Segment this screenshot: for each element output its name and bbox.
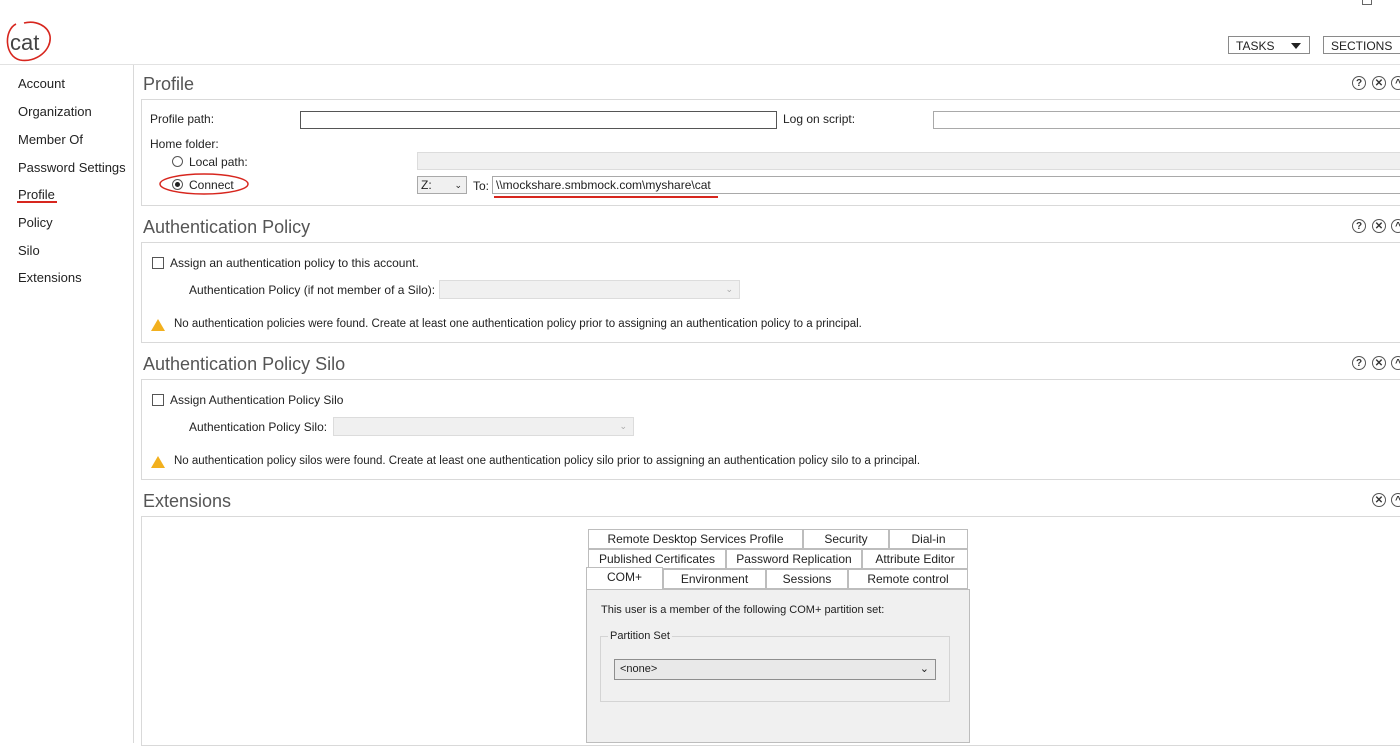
collapse-icon[interactable]: ^ — [1391, 219, 1400, 233]
auth-policy-section-title: Authentication Policy — [143, 217, 311, 237]
auth-policy-select: ⌄ — [439, 280, 740, 299]
collapse-icon[interactable]: ^ — [1391, 356, 1400, 370]
profile-section-title: Profile — [143, 74, 195, 94]
to-path-input[interactable]: \\mockshare.smbmock.com\myshare\cat — [492, 176, 1400, 194]
sections-button[interactable]: SECTIONS — [1323, 36, 1400, 54]
sidebar-item-policy[interactable]: Policy — [18, 215, 53, 230]
tab-com-plus[interactable]: COM+ — [586, 567, 663, 589]
red-annotation-underline — [17, 201, 57, 203]
close-icon[interactable]: ✕ — [1372, 493, 1386, 507]
close-icon[interactable]: ✕ — [1372, 219, 1386, 233]
sidebar-item-silo[interactable]: Silo — [18, 243, 40, 258]
partition-set-value: <none> — [620, 663, 658, 675]
warning-icon — [151, 319, 165, 331]
local-path-radio[interactable] — [172, 156, 183, 167]
collapse-icon[interactable]: ^ — [1391, 493, 1400, 507]
red-annotation-ellipse — [159, 173, 249, 195]
red-annotation-underline — [494, 196, 718, 198]
com-description: This user is a member of the following C… — [601, 604, 885, 616]
auth-policy-warning: No authentication policies were found. C… — [174, 318, 862, 330]
tab-security[interactable]: Security — [803, 529, 889, 549]
chevron-down-icon: ⌄ — [919, 663, 929, 675]
partition-set-select[interactable]: <none> ⌄ — [614, 659, 936, 680]
help-icon[interactable]: ? — [1352, 219, 1366, 233]
chevron-down-icon: ⌄ — [619, 421, 627, 431]
window-corner-icon — [1362, 0, 1372, 5]
help-icon[interactable]: ? — [1352, 76, 1366, 90]
drive-value: Z: — [421, 178, 432, 192]
profile-path-label: Profile path: — [150, 112, 215, 126]
tab-dial-in[interactable]: Dial-in — [889, 529, 968, 549]
sidebar-item-extensions[interactable]: Extensions — [18, 270, 82, 285]
extensions-section-title: Extensions — [143, 491, 232, 511]
drive-select[interactable]: Z: ⌄ — [417, 176, 467, 194]
logon-script-input[interactable] — [933, 111, 1400, 129]
help-icon[interactable]: ? — [1352, 356, 1366, 370]
tasks-label: TASKS — [1236, 39, 1275, 53]
local-path-label: Local path: — [189, 155, 248, 169]
tab-published-certificates[interactable]: Published Certificates — [588, 549, 726, 569]
sidebar-item-member-of[interactable]: Member Of — [18, 132, 83, 147]
tasks-button[interactable]: TASKS — [1228, 36, 1310, 54]
tab-sessions[interactable]: Sessions — [766, 569, 848, 589]
tab-attribute-editor[interactable]: Attribute Editor — [862, 549, 968, 569]
home-folder-label: Home folder: — [150, 137, 219, 151]
close-icon[interactable]: ✕ — [1372, 356, 1386, 370]
sidebar-item-password-settings[interactable]: Password Settings — [18, 160, 126, 175]
chevron-down-icon: ⌄ — [454, 180, 462, 190]
auth-silo-section-title: Authentication Policy Silo — [143, 354, 346, 374]
warning-icon — [151, 456, 165, 468]
auth-silo-warning: No authentication policy silos were foun… — [174, 455, 921, 467]
assign-auth-policy-label: Assign an authentication policy to this … — [170, 256, 419, 270]
assign-auth-policy-checkbox[interactable] — [152, 257, 164, 269]
header-divider — [0, 64, 1400, 65]
sidebar-item-profile[interactable]: Profile — [18, 187, 55, 202]
logon-script-label: Log on script: — [783, 112, 856, 126]
tab-password-replication[interactable]: Password Replication — [726, 549, 862, 569]
chevron-down-icon — [1291, 43, 1301, 49]
assign-silo-checkbox[interactable] — [152, 394, 164, 406]
sidebar-item-organization[interactable]: Organization — [18, 104, 92, 119]
auth-policy-label: Authentication Policy (if not member of … — [189, 283, 436, 297]
auth-silo-select: ⌄ — [333, 417, 634, 436]
red-annotation-circle — [6, 21, 51, 62]
auth-silo-label: Authentication Policy Silo: — [189, 420, 328, 434]
close-icon[interactable]: ✕ — [1372, 76, 1386, 90]
profile-path-input[interactable] — [300, 111, 777, 129]
tab-environment[interactable]: Environment — [663, 569, 766, 589]
partition-set-label: Partition Set — [608, 630, 672, 642]
assign-silo-label: Assign Authentication Policy Silo — [170, 393, 344, 407]
tab-remote-control[interactable]: Remote control — [848, 569, 968, 589]
chevron-down-icon: ⌄ — [725, 284, 733, 294]
local-path-input — [417, 152, 1400, 170]
sidebar-item-account[interactable]: Account — [18, 76, 65, 91]
to-label: To: — [473, 179, 490, 193]
tab-remote-desktop[interactable]: Remote Desktop Services Profile — [588, 529, 803, 549]
collapse-icon[interactable]: ^ — [1391, 76, 1400, 90]
